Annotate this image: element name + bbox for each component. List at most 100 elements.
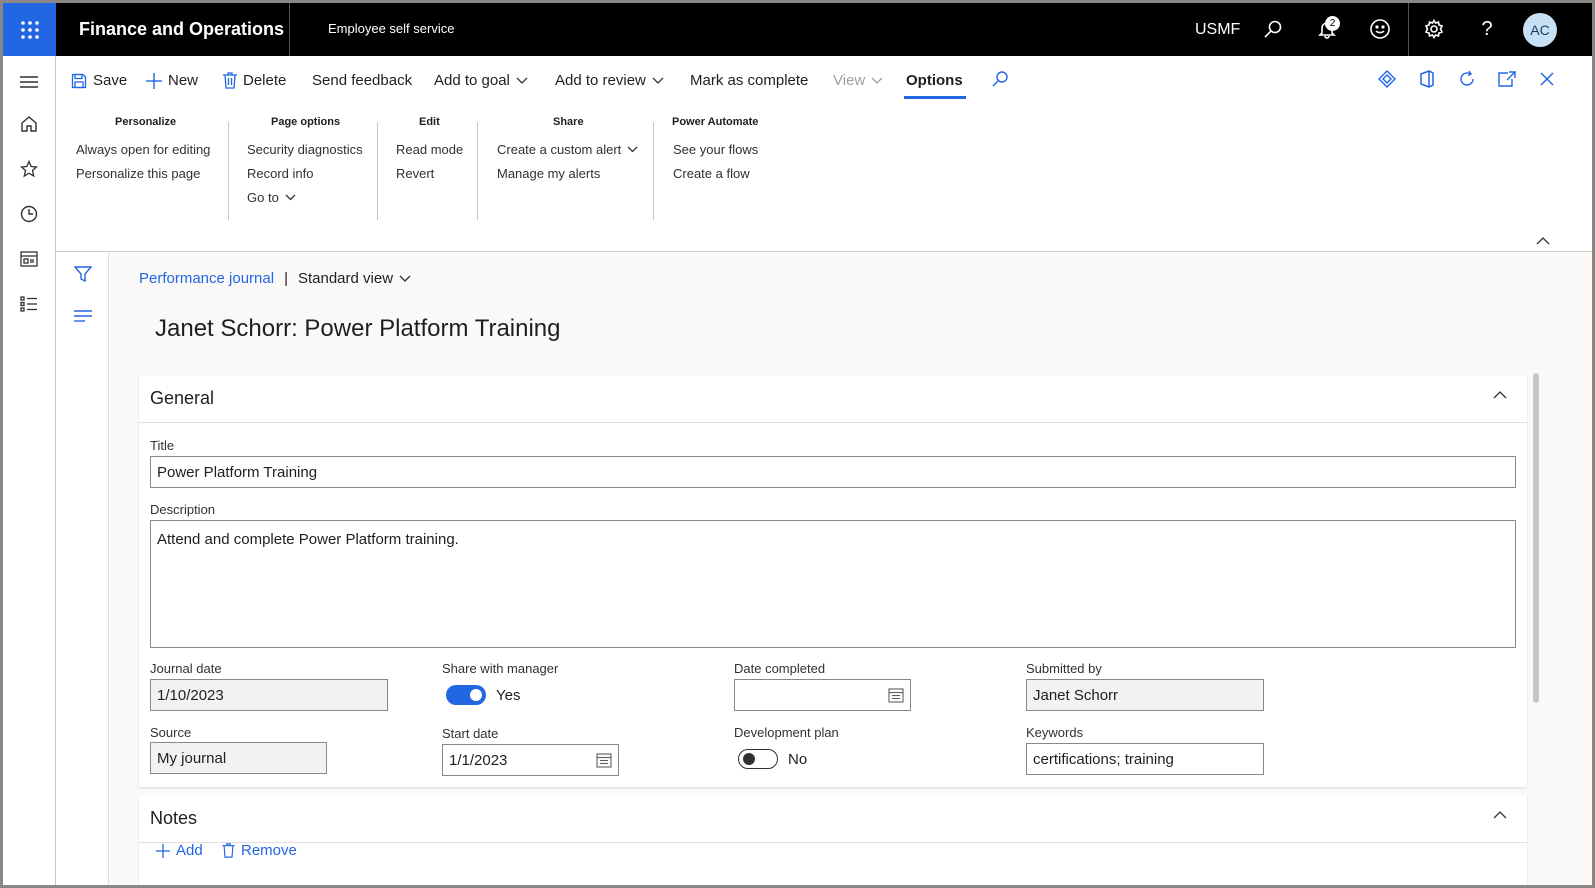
home-icon[interactable]	[18, 113, 40, 135]
mark-complete-button[interactable]: Mark as complete	[690, 72, 808, 89]
start-date-label: Start date	[442, 726, 499, 741]
save-icon	[71, 73, 87, 88]
view-selector[interactable]: Standard view	[298, 270, 411, 287]
create-custom-alert-label: Create a custom alert	[497, 142, 622, 157]
source-label: Source	[150, 725, 192, 740]
personalize-page-button[interactable]: Personalize this page	[76, 166, 200, 181]
group-separator	[477, 122, 478, 220]
go-to-label: Go to	[247, 190, 279, 205]
help-icon[interactable]: ?	[1475, 17, 1499, 41]
chevron-up-icon[interactable]	[1493, 811, 1507, 819]
trash-icon	[222, 843, 235, 858]
chevron-down-icon	[871, 77, 883, 84]
title-field[interactable]: Power Platform Training	[150, 456, 1516, 488]
side-icon-bar	[56, 253, 109, 885]
start-date-value: 1/1/2023	[449, 752, 508, 769]
office-icon[interactable]	[1416, 68, 1438, 90]
trash-icon	[223, 72, 237, 89]
clock-icon[interactable]	[18, 203, 40, 225]
details-list-icon[interactable]	[74, 309, 92, 328]
security-diagnostics-button[interactable]: Security diagnostics	[247, 142, 363, 157]
divider	[289, 3, 290, 56]
mark-complete-label: Mark as complete	[690, 72, 809, 89]
open-new-window-icon[interactable]	[1496, 68, 1518, 90]
gear-icon[interactable]	[1422, 17, 1446, 41]
star-icon[interactable]	[18, 158, 40, 180]
view-button[interactable]: View	[833, 72, 883, 89]
notes-fasttab-header[interactable]: Notes	[139, 795, 1527, 843]
create-custom-alert-button[interactable]: Create a custom alert	[497, 142, 638, 157]
calendar-icon[interactable]	[888, 687, 904, 703]
share-manager-toggle[interactable]	[446, 685, 486, 705]
share-manager-label: Share with manager	[442, 661, 559, 676]
see-flows-button[interactable]: See your flows	[673, 142, 758, 157]
avatar[interactable]: AC	[1523, 13, 1557, 47]
create-flow-button[interactable]: Create a flow	[673, 166, 750, 181]
view-label: View	[833, 72, 866, 89]
keywords-field[interactable]: certifications; training	[1026, 743, 1264, 775]
app-launcher-icon[interactable]	[3, 3, 56, 56]
delete-button[interactable]: Delete	[223, 72, 286, 89]
group-title-page-options: Page options	[271, 116, 341, 128]
page-title: Janet Schorr: Power Platform Training	[155, 315, 561, 342]
keywords-label: Keywords	[1026, 725, 1084, 740]
collapse-action-pane-icon[interactable]	[1532, 230, 1554, 252]
power-apps-icon[interactable]	[1376, 68, 1398, 90]
add-to-review-button[interactable]: Add to review	[555, 72, 664, 89]
group-title-share: Share	[553, 116, 584, 128]
dev-plan-label: Development plan	[734, 725, 839, 740]
refresh-icon[interactable]	[1456, 68, 1478, 90]
company-picker[interactable]: USMF	[1195, 21, 1240, 39]
vertical-scrollbar[interactable]	[1533, 373, 1539, 703]
notes-add-button[interactable]: Add	[156, 842, 203, 859]
app-title[interactable]: Finance and Operations	[79, 19, 284, 40]
breadcrumb-link[interactable]: Performance journal	[139, 270, 274, 287]
submitted-by-field[interactable]: Janet Schorr	[1026, 679, 1264, 711]
notification-badge: 2	[1325, 16, 1340, 31]
notes-fasttab: Notes Add Remove	[139, 795, 1527, 885]
chevron-up-icon[interactable]	[1493, 391, 1507, 399]
journal-date-field[interactable]: 1/10/2023	[150, 679, 388, 711]
search-icon[interactable]	[1261, 17, 1285, 41]
filter-icon[interactable]	[73, 265, 93, 288]
description-field[interactable]: Attend and complete Power Platform train…	[150, 520, 1516, 648]
send-feedback-button[interactable]: Send feedback	[312, 72, 412, 89]
date-completed-label: Date completed	[734, 661, 826, 676]
chevron-down-icon	[516, 77, 528, 84]
workspace-icon[interactable]	[18, 248, 40, 270]
general-fasttab: General Title Power Platform Training De…	[139, 375, 1527, 787]
record-info-button[interactable]: Record info	[247, 166, 313, 181]
module-title: Employee self service	[328, 21, 455, 36]
plus-icon	[156, 843, 170, 858]
always-open-editing-button[interactable]: Always open for editing	[76, 142, 210, 157]
tab-options[interactable]: Options	[906, 72, 963, 89]
close-icon[interactable]	[1536, 68, 1558, 90]
group-title-power-automate: Power Automate	[672, 116, 759, 128]
modules-list-icon[interactable]	[18, 293, 40, 315]
smiley-icon[interactable]	[1368, 17, 1392, 41]
date-completed-field[interactable]	[734, 679, 911, 711]
source-field[interactable]: My journal	[150, 742, 327, 774]
revert-button[interactable]: Revert	[396, 166, 434, 181]
notes-add-label: Add	[176, 842, 203, 859]
notes-header-label: Notes	[150, 808, 198, 828]
description-label: Description	[150, 502, 216, 517]
action-search-icon[interactable]	[991, 70, 1009, 88]
start-date-field[interactable]: 1/1/2023	[442, 744, 619, 776]
general-fasttab-header[interactable]: General	[139, 375, 1527, 423]
toggle-knob	[743, 753, 755, 765]
save-button[interactable]: Save	[71, 72, 127, 89]
group-separator	[653, 122, 654, 220]
general-header-label: General	[150, 388, 215, 408]
add-to-goal-button[interactable]: Add to goal	[434, 72, 528, 89]
manage-alerts-button[interactable]: Manage my alerts	[497, 166, 600, 181]
hamburger-icon[interactable]	[18, 71, 40, 93]
new-button[interactable]: New	[146, 72, 198, 89]
notes-remove-button[interactable]: Remove	[222, 842, 297, 859]
group-title-personalize: Personalize	[115, 116, 177, 128]
chevron-down-icon	[627, 146, 638, 153]
go-to-button[interactable]: Go to	[247, 190, 296, 205]
calendar-icon[interactable]	[596, 752, 612, 768]
read-mode-button[interactable]: Read mode	[396, 142, 463, 157]
dev-plan-toggle[interactable]	[738, 749, 778, 769]
